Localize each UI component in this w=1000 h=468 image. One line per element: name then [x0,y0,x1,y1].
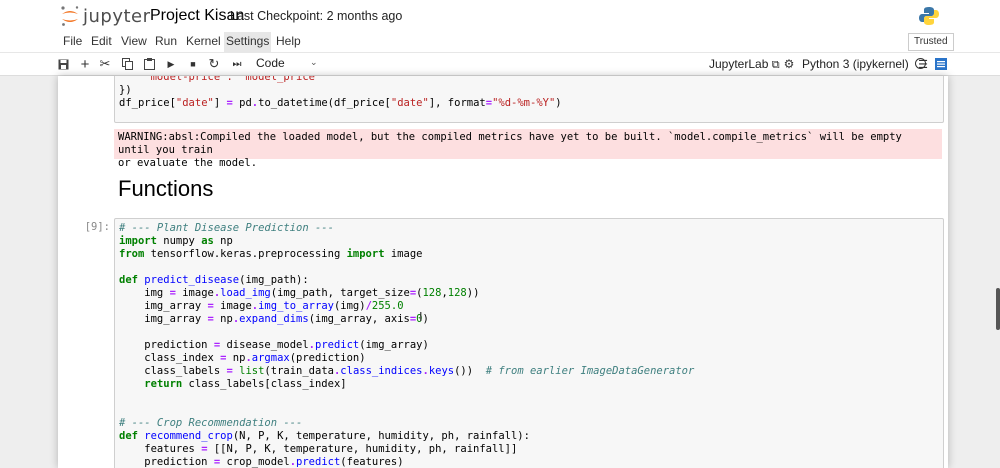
scrollbar-thumb[interactable] [996,288,1000,330]
code-line: class_index = np.argmax(prediction) [119,352,366,364]
warning-line: or evaluate the model. [118,157,258,169]
fast-forward-icon[interactable]: ⏭ [228,55,246,73]
jupyterlab-label: JupyterLab [709,57,769,71]
cell-type-select[interactable]: Code ⌄ [256,56,320,70]
notebook-container: "model-price": "model_price" }) df_price… [58,76,948,468]
gear-icon[interactable]: ⚙ [780,55,798,73]
trusted-badge[interactable]: Trusted [908,33,954,51]
code-cell-previous[interactable]: "model-price": "model_price" }) df_price… [114,76,944,123]
menu-bar: File Edit View Run Kernel Settings Help [0,32,1000,53]
cell-type-value: Code [256,56,285,70]
code-line: "model-price": "model_price" [119,76,322,83]
warning-line: WARNING:absl:Compiled the loaded model, … [118,131,902,156]
code-line: return class_labels[class_index] [144,378,347,390]
run-icon[interactable]: ▶ [162,55,180,73]
code-line: prediction = crop_model.predict(features… [119,456,404,468]
restart-icon[interactable]: ↻ [205,55,223,73]
copy-icon[interactable] [118,55,136,73]
header: jupyter Project Kisan Last Checkpoint: 2… [0,0,1000,32]
code-line: import numpy as np [119,235,233,247]
jupyter-logo[interactable]: jupyter [60,4,151,28]
menu-view[interactable]: View [119,32,149,52]
code-line: df_price["date"] = pd.to_datetime(df_pri… [119,97,562,109]
code-line: }) [119,84,132,96]
menu-run[interactable]: Run [153,32,179,52]
warning-output: WARNING:absl:Compiled the loaded model, … [114,129,942,169]
code-cell-functions[interactable]: # --- Plant Disease Prediction --- impor… [114,218,944,468]
jupyter-logo-icon [61,6,79,26]
open-jupyterlab-link[interactable]: JupyterLab ⧉ [709,57,780,72]
code-line: class_labels = list(train_data.class_ind… [119,365,695,377]
code-line: # --- Crop Recommendation --- [119,417,303,429]
bug-icon[interactable]: ☰ [914,55,932,73]
cell-prompt: [9]: [84,221,110,233]
code-line: from tensorflow.keras.preprocessing impo… [119,248,423,260]
menu-kernel[interactable]: Kernel [184,32,223,52]
kernel-name: Python 3 (ipykernel) [802,57,909,71]
code-line: def recommend_crop(N, P, K, temperature,… [119,430,530,442]
code-line: prediction = disease_model.predict(img_a… [119,339,429,351]
paste-icon[interactable] [140,55,158,73]
code-line: # --- Plant Disease Prediction --- [119,222,334,234]
cut-icon[interactable]: ✂ [96,55,114,73]
menu-edit[interactable]: Edit [89,32,114,52]
markdown-heading: Functions [118,176,214,201]
chevron-down-icon: ⌄ [310,57,318,67]
code-line: img = image.load_img(img_path, target_si… [119,287,480,299]
code-line: features = [[N, P, K, temperature, humid… [119,443,518,455]
python-logo-icon [919,7,939,25]
code-line: img_array = image.img_to_array(img)/255.… [119,300,404,312]
kernel-indicator[interactable]: Python 3 (ipykernel) [802,57,927,71]
external-link-icon: ⧉ [771,59,780,71]
save-icon[interactable] [54,55,72,73]
toolbar: + ✂ ▶ ■ ↻ ⏭ Code ⌄ JupyterLab ⧉ ⚙ Python… [0,53,1000,76]
text-cursor-icon: I [419,310,423,324]
add-icon[interactable]: + [76,55,94,73]
stop-icon[interactable]: ■ [184,55,202,73]
jupyter-wordmark: jupyter [83,5,151,27]
code-line: img_array = np.expand_dims(img_array, ax… [119,313,429,325]
menu-file[interactable]: File [61,32,84,52]
menu-settings[interactable]: Settings [224,32,272,52]
code-line: def predict_disease(img_path): [119,274,309,286]
menu-help[interactable]: Help [274,32,303,52]
checkpoint-status: Last Checkpoint: 2 months ago [230,9,403,23]
list-icon[interactable] [932,55,950,73]
